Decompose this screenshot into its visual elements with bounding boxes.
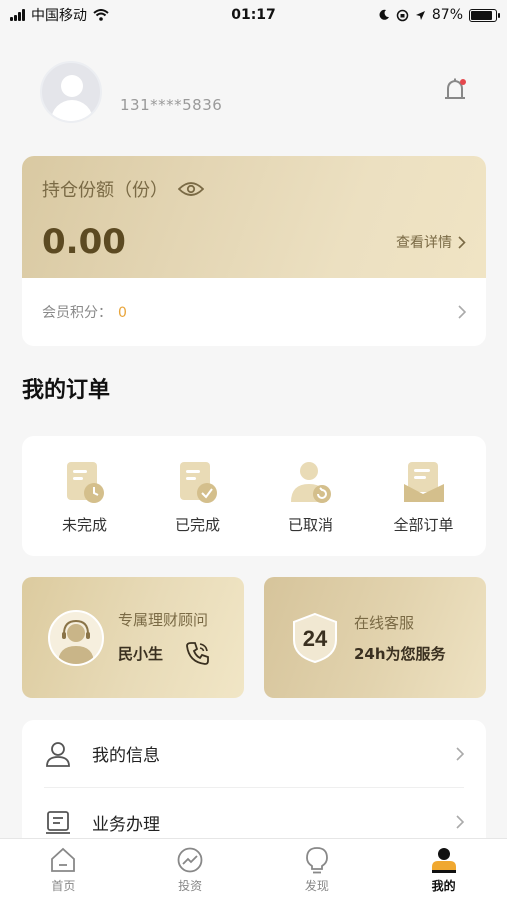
my-orders-title: 我的订单 [22, 378, 111, 403]
member-points-row[interactable]: 会员积分： 0 [22, 278, 486, 346]
status-bar: 中国移动 01:17 87% [0, 0, 507, 30]
avatar[interactable] [40, 61, 102, 123]
phone-number: 131****5836 [120, 96, 223, 114]
chevron-right-icon [458, 235, 466, 249]
customer-service-card[interactable]: 24 在线客服 24h为您服务 [264, 577, 486, 698]
order-completed-button[interactable]: 已完成 [148, 458, 248, 535]
tab-invest[interactable]: 投资 [150, 846, 230, 894]
chevron-right-icon [456, 815, 464, 829]
holding-card: 持仓份额（份） 0.00 查看详情 会员积分： 0 [22, 156, 486, 346]
tab-invest-label: 投资 [178, 878, 203, 893]
24h-shield-icon: 24 [293, 612, 337, 663]
headset-agent-icon [58, 619, 94, 664]
signal-icon [10, 9, 25, 21]
orientation-lock-icon [396, 9, 409, 21]
order-pending-button[interactable]: 未完成 [35, 458, 135, 535]
order-cancelled-label: 已取消 [287, 515, 333, 534]
business-icon [46, 811, 70, 834]
order-pending-label: 未完成 [61, 515, 107, 534]
user-icon [46, 741, 70, 767]
tab-profile[interactable]: 我的 [404, 846, 484, 894]
eye-icon[interactable] [178, 181, 204, 197]
order-all-button[interactable]: 全部订单 [374, 458, 474, 535]
tab-profile-label: 我的 [431, 878, 456, 893]
completed-order-icon [179, 461, 217, 503]
chevron-right-icon [458, 305, 466, 319]
home-icon [51, 847, 76, 872]
order-all-label: 全部订单 [393, 515, 454, 534]
tab-discover-label: 发现 [304, 878, 329, 893]
status-time: 01:17 [231, 7, 276, 23]
view-details-label: 查看详情 [396, 235, 452, 251]
customer-service-subtitle: 24h为您服务 [354, 644, 446, 663]
holding-title: 持仓份额（份） [42, 180, 168, 201]
tab-discover[interactable]: 发现 [277, 846, 357, 894]
advisor-title: 专属理财顾问 [118, 611, 209, 629]
pending-order-icon [66, 461, 104, 503]
shield-badge-text: 24 [303, 626, 328, 651]
orders-card: 未完成 已完成 已取消 全部订单 [22, 436, 486, 556]
advisor-card[interactable]: 专属理财顾问 民小生 [22, 577, 244, 698]
view-details-link[interactable]: 查看详情 [396, 232, 466, 252]
menu-item-my-info[interactable]: 我的信息 [44, 720, 464, 788]
order-cancelled-button[interactable]: 已取消 [261, 458, 361, 535]
profile-header: 131****5836 [40, 60, 480, 124]
advisor-name: 民小生 [118, 644, 164, 663]
location-icon [415, 10, 425, 20]
points-label: 会员积分： [42, 305, 112, 321]
menu-label-business: 业务办理 [92, 814, 160, 835]
advisor-avatar [48, 609, 104, 666]
discover-icon [305, 846, 328, 873]
tab-bar: 首页 投资 发现 我的 [0, 838, 507, 900]
chevron-right-icon [456, 746, 464, 761]
points-value: 0 [118, 305, 127, 321]
wifi-icon [93, 9, 109, 21]
menu-label-my-info: 我的信息 [92, 746, 160, 766]
order-completed-label: 已完成 [174, 515, 220, 534]
moon-icon [379, 9, 389, 20]
profile-icon [431, 847, 456, 873]
customer-service-title: 在线客服 [354, 613, 415, 632]
phone-call-icon[interactable] [185, 640, 211, 666]
cancelled-order-icon [290, 461, 331, 503]
battery-icon [469, 8, 500, 22]
battery-percent: 87% [431, 7, 463, 23]
carrier-name: 中国移动 [31, 8, 87, 24]
tab-home-label: 首页 [51, 878, 76, 893]
all-orders-icon [403, 461, 444, 502]
tab-home[interactable]: 首页 [23, 846, 103, 894]
invest-icon [177, 847, 203, 872]
bell-icon[interactable] [442, 76, 468, 106]
